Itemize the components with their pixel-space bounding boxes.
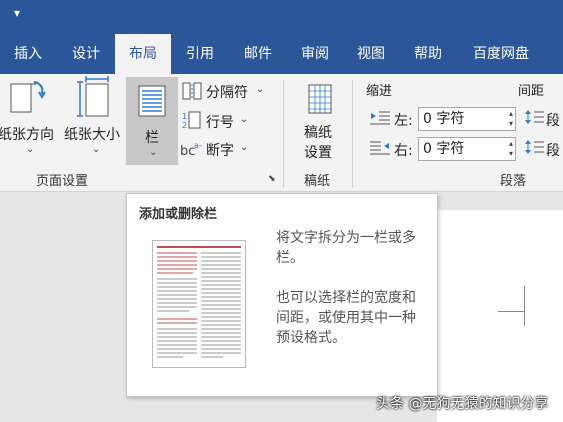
spacing-before-label: 段	[546, 113, 560, 129]
watermark-text: 头条 @无狗无猿的知识分享	[376, 396, 549, 412]
chevron-down-icon: ⌄	[256, 84, 265, 95]
columns-tooltip: 添加或删除栏 将文字拆分为一栏或多 栏。 也可以选择栏的宽度和 间距，或使用其中…	[126, 193, 438, 397]
tab-view[interactable]: 视图	[343, 34, 399, 74]
orientation-icon	[10, 81, 46, 113]
svg-text:a-: a-	[194, 141, 202, 150]
breaks-button[interactable]: 分隔符 ⌄	[182, 80, 270, 102]
tab-help[interactable]: 帮助	[399, 34, 457, 74]
draft-paper-label-line2: 设置	[304, 145, 332, 161]
tooltip-line: 将文字拆分为一栏或多	[276, 230, 416, 246]
indent-header: 缩进	[366, 84, 393, 99]
quick-access-dropdown-icon[interactable]: ▾	[14, 6, 20, 20]
two-column-preview-image	[152, 240, 246, 368]
line-numbers-label: 行号	[206, 115, 234, 131]
hyphenation-button[interactable]: bc a- 断字 ⌄	[180, 138, 270, 160]
columns-label: 栏	[145, 130, 159, 146]
draft-group-label: 稿纸	[304, 174, 331, 189]
svg-text:1: 1	[182, 112, 187, 121]
paragraph-group-label: 段落	[500, 174, 527, 189]
group-separator	[352, 80, 353, 188]
chevron-down-icon: ⌄	[26, 144, 35, 155]
tab-design[interactable]: 设计	[57, 34, 115, 74]
indent-left-label: 左:	[394, 113, 413, 129]
tooltip-line: 预设格式。	[276, 330, 346, 346]
tooltip-description-2: 也可以选择栏的宽度和 间距，或使用其中一种 预设格式。	[276, 288, 434, 348]
spinner-arrows-icon[interactable]: ▴ ▾	[509, 109, 513, 129]
tab-layout[interactable]: 布局	[115, 34, 171, 74]
chevron-down-icon: ⌄	[240, 114, 249, 125]
chevron-down-icon: ⌄	[92, 144, 101, 155]
tooltip-line: 也可以选择栏的宽度和	[276, 290, 416, 306]
indent-right-label: 右:	[394, 143, 413, 159]
columns-button[interactable]: 栏 ⌄	[126, 77, 178, 165]
line-numbers-button[interactable]: 1 2 行号 ⌄	[182, 110, 270, 132]
line-numbers-icon: 1 2	[182, 111, 201, 130]
indent-right-icon	[370, 141, 390, 155]
ribbon-panel: 纸张方向 ⌄ 纸张大小 ⌄ 栏 ⌄ 分隔符 ⌄ 1 2 行号 ⌄ bc a- 断…	[0, 74, 563, 192]
tooltip-description-1: 将文字拆分为一栏或多 栏。	[276, 228, 434, 268]
columns-icon	[138, 85, 166, 117]
draft-paper-settings-button[interactable]: 稿纸 设置	[292, 74, 350, 164]
tab-insert[interactable]: 插入	[0, 34, 56, 74]
spacing-after-icon	[525, 140, 544, 154]
spinner-arrows-icon[interactable]: ▴ ▾	[509, 139, 513, 159]
draft-paper-icon	[308, 84, 332, 114]
svg-text:2: 2	[182, 121, 187, 130]
tab-references[interactable]: 引用	[171, 34, 229, 74]
breaks-label: 分隔符	[206, 85, 248, 101]
margin-corner-mark	[524, 286, 525, 326]
indent-right-input[interactable]: 0 字符 ▴ ▾	[418, 137, 516, 161]
draft-paper-label-line1: 稿纸	[304, 125, 332, 141]
ribbon-tabs: 插入 设计 布局 引用 邮件 审阅 视图 帮助 百度网盘	[0, 34, 563, 74]
page-setup-group-label: 页面设置	[36, 174, 89, 189]
breaks-icon	[182, 82, 202, 100]
chevron-down-icon: ⌄	[240, 142, 249, 153]
document-page[interactable]	[437, 210, 563, 422]
indent-right-value: 0 字符	[423, 141, 465, 157]
title-bar: ▾	[0, 0, 563, 34]
margin-corner-mark	[498, 311, 524, 312]
hyphenation-label: 断字	[206, 143, 234, 159]
spacing-before-icon	[525, 110, 544, 124]
size-button[interactable]: 纸张大小 ⌄	[62, 74, 124, 164]
hyphenation-icon: bc a-	[180, 141, 202, 159]
tooltip-line: 栏。	[276, 250, 304, 266]
tab-baidu-netdisk[interactable]: 百度网盘	[457, 34, 545, 74]
size-label: 纸张大小	[64, 127, 120, 143]
orientation-button[interactable]: 纸张方向 ⌄	[0, 74, 60, 164]
orientation-label: 纸张方向	[0, 127, 54, 143]
paper-size-icon	[77, 76, 109, 117]
group-separator	[283, 80, 284, 188]
tooltip-title: 添加或删除栏	[139, 207, 218, 222]
indent-left-input[interactable]: 0 字符 ▴ ▾	[418, 107, 516, 131]
dialog-launcher-icon[interactable]: ⬊	[268, 174, 276, 184]
indent-left-icon	[370, 111, 390, 125]
tab-review[interactable]: 审阅	[287, 34, 343, 74]
tooltip-line: 间距，或使用其中一种	[276, 310, 416, 326]
spacing-header: 间距	[518, 84, 545, 99]
spacing-after-label: 段	[546, 143, 560, 159]
tab-mailings[interactable]: 邮件	[229, 34, 287, 74]
indent-left-value: 0 字符	[423, 111, 465, 127]
chevron-down-icon: ⌄	[149, 147, 158, 158]
